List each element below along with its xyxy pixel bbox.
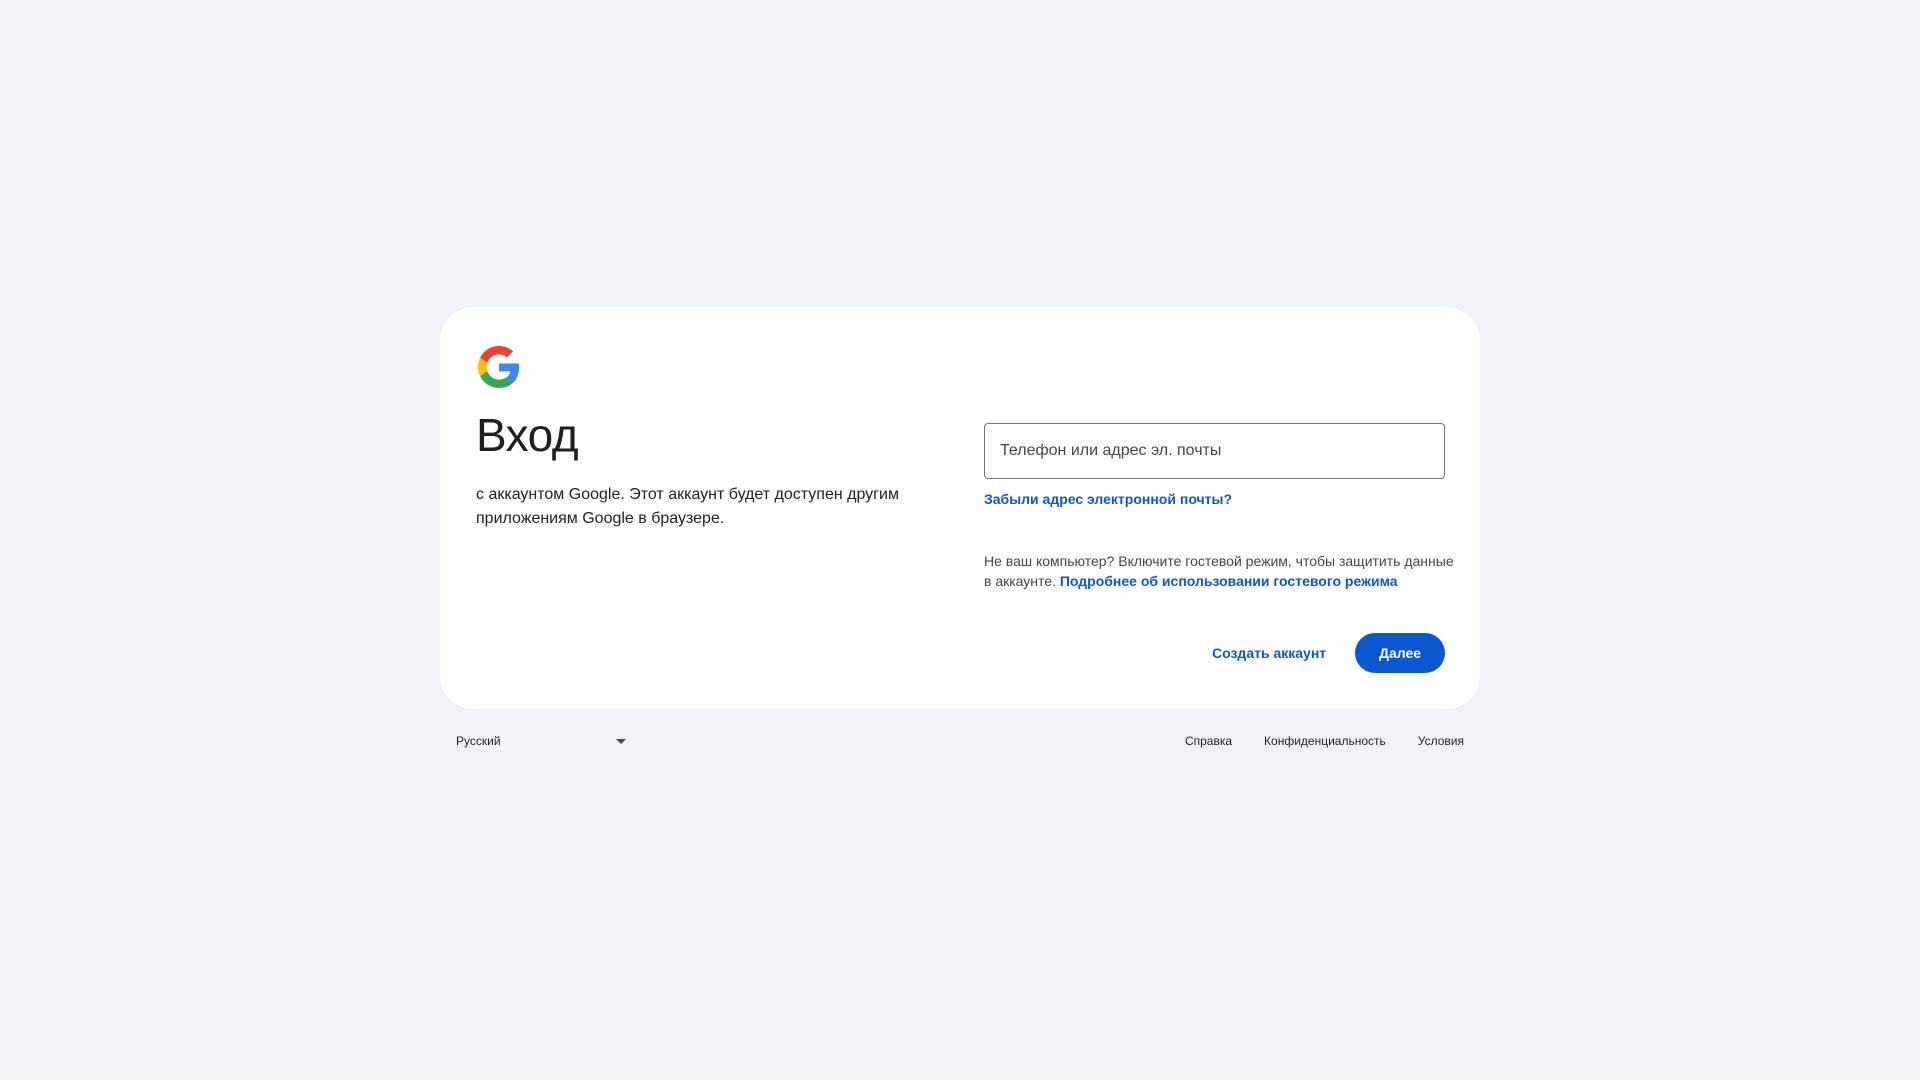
guest-mode-link[interactable]: Подробнее об использовании гостевого реж… <box>1060 573 1398 589</box>
chevron-down-icon <box>616 739 626 744</box>
help-link[interactable]: Справка <box>1185 734 1232 748</box>
next-button[interactable]: Далее <box>1355 633 1445 673</box>
terms-link[interactable]: Условия <box>1418 734 1464 748</box>
page-title: Вход <box>476 409 579 461</box>
language-select-value: Русский <box>456 734 501 748</box>
page-subtitle: с аккаунтом Google. Этот аккаунт будет д… <box>476 486 899 527</box>
google-g-icon <box>478 346 520 388</box>
page: Вход с аккаунтом Google. Этот аккаунт бу… <box>0 0 1920 1080</box>
guest-mode-notice: Не ваш компьютер? Включите гостевой режи… <box>984 551 1454 591</box>
language-select[interactable]: Русский <box>456 724 626 758</box>
footer: Русский Справка Конфиденциальность Услов… <box>440 724 1480 760</box>
create-account-button[interactable]: Создать аккаунт <box>1200 633 1338 673</box>
footer-links: Справка Конфиденциальность Условия <box>1185 724 1464 758</box>
forgot-email-link[interactable]: Забыли адрес электронной почты? <box>984 489 1232 509</box>
signin-card: Вход с аккаунтом Google. Этот аккаунт бу… <box>440 307 1480 709</box>
email-field-container <box>984 423 1445 479</box>
privacy-link[interactable]: Конфиденциальность <box>1264 734 1386 748</box>
email-field[interactable] <box>985 424 1444 478</box>
